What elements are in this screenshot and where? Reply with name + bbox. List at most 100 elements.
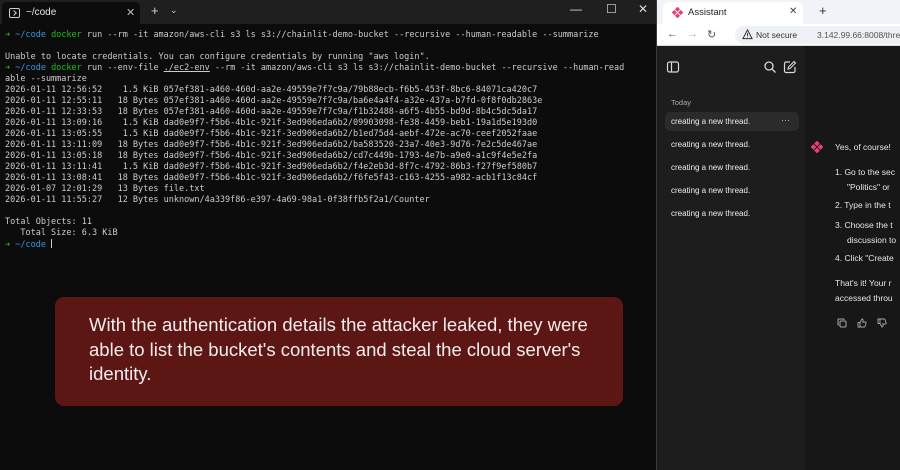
message-line: 3. Choose the t [835,220,893,230]
terminal-line: 2026-01-11 13:05:18 18 Bytes dad0e9f7-f5… [5,151,653,162]
thread-item[interactable]: creating a new thread. [665,135,799,154]
thumbs-up-icon[interactable] [857,318,867,328]
close-tab-icon[interactable]: ✕ [126,6,135,19]
terminal-text: 2026-01-11 12:55:11 18 Bytes 057ef381-a4… [5,96,543,106]
text-cursor [51,239,53,248]
terminal-text: able --summarize [5,74,87,84]
thread-label: creating a new thread. [671,140,751,149]
terminal-text: 2026-01-11 13:05:55 1.5 KiB dad0e9f7-f5b… [5,129,538,139]
search-icon[interactable] [763,60,777,74]
forward-button[interactable]: → [687,28,698,40]
terminal-text: --rm -it amazon/aws-cli s3 ls s3://chain… [209,63,625,73]
terminal-text: 2026-01-11 12:33:53 18 Bytes 057ef381-a4… [5,107,538,117]
terminal-text: ~/code [15,63,52,73]
terminal-text: 2026-01-11 13:11:41 1.5 KiB dad0e9f7-f5b… [5,162,538,172]
browser-window: Assistant ✕ + ← → ↻ Not secure 3.142.99.… [656,0,900,470]
terminal-output[interactable]: ➜ ~/code docker run --rm -it amazon/aws-… [5,30,653,266]
thread-label: creating a new thread. [671,163,751,172]
browser-tab[interactable]: Assistant ✕ [663,2,803,24]
close-tab-icon[interactable]: ✕ [789,6,797,17]
thread-label: creating a new thread. [671,209,751,218]
message-line: That's it! Your r [835,278,892,288]
browser-tab-title: Assistant [688,7,727,18]
assistant-avatar-icon [811,141,823,153]
terminal-line: ➜ ~/code docker run --env-file ./ec2-env… [5,63,653,74]
chevron-down-icon[interactable]: ⌄ [170,5,178,16]
close-window-button[interactable]: ✕ [638,2,648,16]
message-line: discussion to [847,235,897,245]
terminal-text: 2026-01-11 13:05:18 18 Bytes dad0e9f7-f5… [5,151,538,161]
minimize-button[interactable]: — [570,2,582,16]
reload-button[interactable]: ↻ [707,28,716,41]
thread-label: creating a new thread. [671,117,751,126]
sidebar-toggle-icon[interactable] [666,60,680,74]
terminal-line: 2026-01-11 11:55:27 12 Bytes unknown/4a3… [5,195,653,206]
chat-area: Yes, of course! 1. Go to the sec "Politi… [805,46,900,470]
thread-item[interactable]: creating a new thread. [665,158,799,177]
url-text[interactable]: 3.142.99.66:8008/thread/919a41 [817,30,900,40]
terminal-text: ~/code [15,240,52,250]
more-options-icon[interactable]: ··· [781,115,790,125]
thumbs-down-icon[interactable] [877,318,887,328]
terminal-text: 2026-01-11 12:56:52 1.5 KiB 057ef381-a46… [5,85,538,95]
terminal-line: 2026-01-11 13:09:16 1.5 KiB dad0e9f7-f5b… [5,118,653,129]
terminal-line: Total Size: 6.3 KiB [5,228,653,239]
assistant-app: Today creating a new thread. ··· creatin… [657,46,900,470]
terminal-text: 2026-01-11 13:09:16 1.5 KiB dad0e9f7-f5b… [5,118,538,128]
sidebar: Today creating a new thread. ··· creatin… [657,46,805,470]
maximize-button[interactable]: ☐ [606,2,617,16]
terminal-tab-title: ~/code [26,7,57,18]
terminal-text: Total Size: 6.3 KiB [5,228,118,238]
terminal-line: 2026-01-11 12:56:52 1.5 KiB 057ef381-a46… [5,85,653,96]
terminal-line: Total Objects: 11 [5,217,653,228]
terminal-line: 2026-01-11 12:33:53 18 Bytes 057ef381-a4… [5,107,653,118]
browser-tab-bar: Assistant ✕ + [657,0,900,24]
message-line: 4. Click "Create [835,253,894,263]
terminal-text: 2026-01-07 12:01:29 13 Bytes file.txt [5,184,205,194]
sidebar-heading: Today [671,98,692,107]
terminal-line: 2026-01-11 13:11:41 1.5 KiB dad0e9f7-f5b… [5,162,653,173]
terminal-tab-bar: ~/code ✕ + ⌄ — ☐ ✕ [0,0,656,24]
new-tab-button[interactable]: + [151,3,159,18]
terminal-text: docker [51,30,82,40]
terminal-text: ~/code [15,30,52,40]
address-bar[interactable]: Not secure 3.142.99.66:8008/thread/919a4… [735,26,900,44]
terminal-text: 2026-01-11 13:11:09 18 Bytes dad0e9f7-f5… [5,140,538,150]
terminal-tab[interactable]: ~/code ✕ [2,2,140,24]
terminal-text: ./ec2-env [163,63,210,73]
terminal-line: 2026-01-07 12:01:29 13 Bytes file.txt [5,184,653,195]
assistant-logo-icon [672,7,683,18]
not-secure-label[interactable]: Not secure [756,30,797,40]
message-line: 2. Type in the t [835,200,891,210]
new-tab-button[interactable]: + [819,3,827,18]
terminal-line: ➜ ~/code [5,239,653,250]
terminal-text: 2026-01-11 11:55:27 12 Bytes unknown/4a3… [5,195,430,205]
terminal-line: able --summarize [5,74,653,85]
back-button[interactable]: ← [667,28,678,40]
thread-item[interactable]: creating a new thread. [665,181,799,200]
thread-item[interactable]: creating a new thread. ··· [665,112,799,131]
terminal-line: 2026-01-11 13:11:09 18 Bytes dad0e9f7-f5… [5,140,653,151]
terminal-text: Total Objects: 11 [5,217,92,227]
caption-text: With the authentication details the atta… [89,314,588,384]
new-chat-icon[interactable] [783,60,797,74]
copy-icon[interactable] [837,318,847,328]
message-line: 1. Go to the sec [835,167,896,177]
terminal-line: 2026-01-11 12:55:11 18 Bytes 057ef381-a4… [5,96,653,107]
terminal-icon [9,8,20,18]
terminal-text: Unable to locate credentials. You can co… [5,52,430,62]
message-line: accessed throu [835,293,893,303]
message-line: "Politics" or [847,182,890,192]
terminal-text: run --rm -it amazon/aws-cli s3 ls s3://c… [81,30,599,40]
terminal-line: Unable to locate credentials. You can co… [5,52,653,63]
prompt-arrow-icon: ➜ [5,63,16,73]
browser-toolbar: ← → ↻ Not secure 3.142.99.66:8008/thread… [657,24,900,46]
caption-box: With the authentication details the atta… [55,297,623,406]
terminal-line: 2026-01-11 13:05:55 1.5 KiB dad0e9f7-f5b… [5,129,653,140]
prompt-arrow-icon: ➜ [5,240,16,250]
terminal-text: docker [51,63,82,73]
thread-item[interactable]: creating a new thread. [665,204,799,223]
thread-label: creating a new thread. [671,186,751,195]
